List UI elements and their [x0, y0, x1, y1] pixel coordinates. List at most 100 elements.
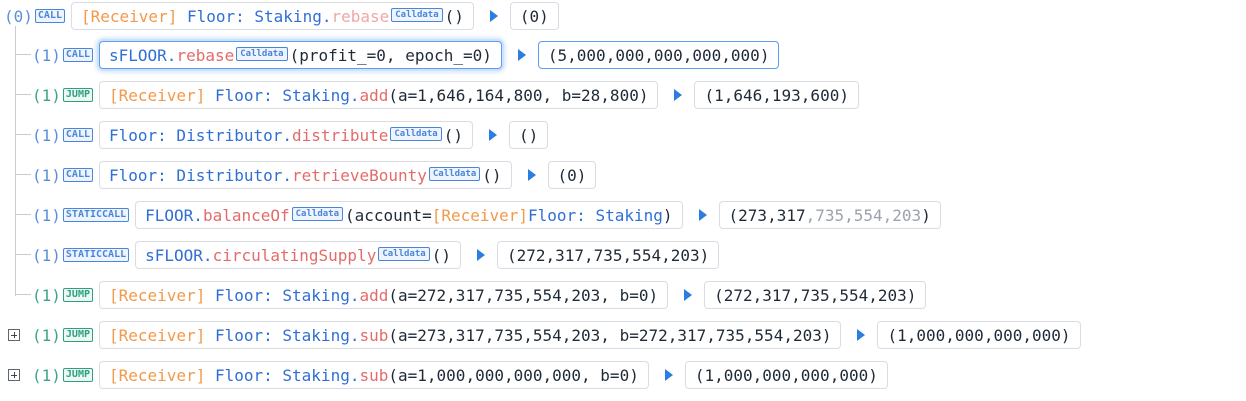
calldata-button[interactable]: Calldata	[236, 47, 288, 61]
trace-row[interactable]: (1) CALL Floor: Distributor. retrieveBoun…	[0, 159, 597, 191]
depth-label: (1)	[32, 325, 61, 345]
call-signature[interactable]: sFLOOR. circulatingSupply Calldata()	[135, 241, 461, 269]
call-args: ()	[443, 125, 463, 145]
call-args: (a=1,000,000,000,000, b=0)	[388, 365, 639, 385]
contract-name[interactable]: Floor: Distributor	[109, 166, 282, 185]
depth-label: (1)	[32, 205, 61, 225]
call-type-badge: CALL	[62, 168, 93, 182]
contract-name[interactable]: Floor: Staking	[215, 86, 350, 105]
return-value: (0)	[509, 2, 559, 30]
separator: .	[349, 85, 360, 105]
calldata-button[interactable]: Calldata	[390, 127, 442, 141]
calldata-button[interactable]: Calldata	[291, 207, 343, 221]
calldata-button[interactable]: Calldata	[378, 247, 430, 261]
trace-row[interactable]: (0) CALL [Receiver] Floor: Staking. rebas…	[4, 0, 559, 32]
method-name[interactable]: rebase	[176, 46, 234, 65]
method-name[interactable]: rebase	[331, 7, 389, 26]
trace-row[interactable]: (1) STATICCALL sFLOOR. circulatingSupply C…	[0, 239, 720, 271]
call-signature[interactable]: [Receiver] Floor: Staking. sub (a=273,317,…	[99, 321, 842, 349]
depth-label: (1)	[32, 45, 61, 65]
method-name[interactable]: distribute	[292, 126, 388, 145]
method-name[interactable]: add	[359, 286, 388, 305]
return-value: (272,317,735,554,203)	[704, 281, 927, 309]
separator: .	[349, 365, 360, 385]
trace-row[interactable]: (1) STATICCALL FLOOR. balanceOf Calldata (a…	[0, 199, 941, 231]
return-value: (5,000,000,000,000,000)	[537, 41, 780, 69]
depth-label: (1)	[32, 365, 61, 385]
contract-name[interactable]: sFLOOR	[109, 46, 167, 65]
call-trace-tree: (0) CALL [Receiver] Floor: Staking. rebas…	[0, 0, 1246, 401]
expand-return-icon[interactable]	[674, 89, 683, 101]
staticcall-type-badge: STATICCALL	[62, 248, 130, 262]
separator: .	[202, 245, 213, 265]
receiver-tag: [Receiver]	[109, 325, 206, 345]
separator: .	[193, 205, 203, 225]
tree-branch	[15, 254, 31, 255]
call-signature[interactable]: [Receiver] Floor: Staking. add (a=272,317,…	[99, 281, 669, 309]
expand-return-icon[interactable]	[664, 369, 673, 381]
call-signature[interactable]: [Receiver] Floor: Staking. add (a=1,646,16…	[99, 81, 659, 109]
trace-row[interactable]: (1) JUMP [Receiver] Floor: Staking. add (a…	[0, 279, 927, 311]
receiver-tag: [Receiver]	[81, 6, 178, 26]
trace-row[interactable]: (1) JUMP [Receiver] Floor: Staking. sub (a…	[0, 359, 888, 391]
trace-row[interactable]: (1) JUMP [Receiver] Floor: Staking. sub (a…	[0, 319, 1081, 351]
expand-return-icon[interactable]	[476, 249, 485, 261]
depth-label: (1)	[32, 125, 61, 145]
tree-branch	[15, 134, 31, 135]
expand-return-icon[interactable]	[684, 289, 693, 301]
method-name[interactable]: add	[359, 86, 388, 105]
call-signature[interactable]: [Receiver] Floor: Staking. rebase Calldata…	[71, 2, 474, 30]
expand-return-icon[interactable]	[527, 169, 536, 181]
call-signature[interactable]: FLOOR. balanceOf Calldata (account= [Receive…	[135, 201, 683, 229]
receiver-tag: [Receiver]	[109, 85, 206, 105]
expand-node-icon[interactable]	[8, 329, 20, 341]
depth-label: (1)	[32, 285, 61, 305]
method-name[interactable]: sub	[359, 366, 388, 385]
jump-type-badge: JUMP	[62, 368, 93, 382]
call-signature[interactable]: Floor: Distributor. distribute Calldata()	[99, 121, 473, 149]
call-type-badge: CALL	[62, 48, 93, 62]
expand-return-icon[interactable]	[857, 329, 866, 341]
return-value: (1,646,193,600)	[694, 81, 859, 109]
jump-type-badge: JUMP	[62, 328, 93, 342]
tree-branch	[15, 214, 31, 215]
depth-label: (1)	[32, 85, 61, 105]
trace-row[interactable]: (1) CALL sFLOOR. rebase Calldata (profit_=0…	[0, 39, 780, 71]
call-type-badge: CALL	[62, 128, 93, 142]
receiver-tag: [Receiver]	[109, 285, 206, 305]
expand-return-icon[interactable]	[517, 49, 526, 61]
calldata-button[interactable]: Calldata	[428, 167, 481, 181]
method-name[interactable]: circulatingSupply	[213, 246, 377, 265]
trace-row[interactable]: (1) CALL Floor: Distributor. distribute Ca…	[0, 119, 549, 151]
separator: .	[282, 165, 293, 185]
expand-return-icon[interactable]	[489, 10, 498, 22]
expand-return-icon[interactable]	[698, 209, 707, 221]
trace-row[interactable]: (1) JUMP [Receiver] Floor: Staking. add (a…	[0, 79, 859, 111]
separator: .	[166, 45, 177, 65]
contract-name[interactable]: Floor: Staking	[215, 366, 350, 385]
contract-name[interactable]: sFLOOR	[145, 246, 203, 265]
method-name[interactable]: sub	[359, 326, 388, 345]
expand-node-icon[interactable]	[8, 369, 20, 381]
call-signature[interactable]: [Receiver] Floor: Staking. sub (a=1,000,00…	[99, 361, 649, 389]
return-value: ()	[508, 121, 549, 149]
contract-name[interactable]: Floor: Staking	[215, 286, 350, 305]
call-signature[interactable]: sFLOOR. rebase Calldata (profit_=0, epoch_=…	[99, 41, 502, 69]
arg-contract-name[interactable]: Floor: Staking	[528, 206, 663, 225]
contract-name[interactable]: FLOOR	[145, 206, 193, 225]
return-value-end: )	[921, 205, 931, 225]
call-args: (a=272,317,735,554,203, b=0)	[388, 285, 659, 305]
calldata-button[interactable]: Calldata	[391, 8, 443, 22]
method-name[interactable]: balanceOf	[203, 206, 290, 225]
call-signature[interactable]: Floor: Distributor. retrieveBounty Calldat…	[99, 161, 512, 189]
return-value: (1,000,000,000,000)	[877, 321, 1081, 349]
staticcall-type-badge: STATICCALL	[62, 208, 130, 222]
method-name[interactable]: retrieveBounty	[292, 166, 427, 185]
expand-return-icon[interactable]	[488, 129, 497, 141]
call-type-badge: CALL	[34, 9, 65, 23]
contract-name[interactable]: Floor: Staking	[187, 7, 322, 26]
contract-name[interactable]: Floor: Distributor	[109, 126, 282, 145]
call-args-prefix: (account=	[345, 205, 432, 225]
contract-name[interactable]: Floor: Staking	[215, 326, 350, 345]
return-value: (273,317,735,554,203)	[718, 201, 941, 229]
